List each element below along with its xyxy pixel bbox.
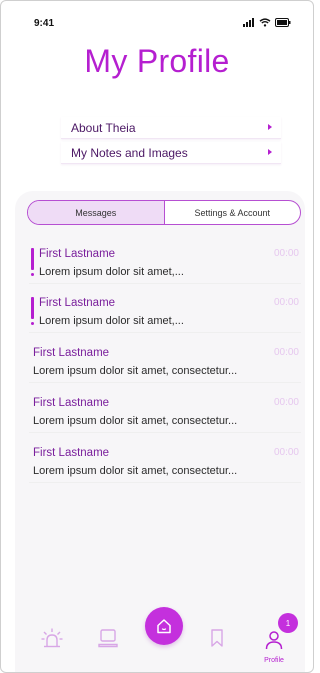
message-item[interactable]: First Lastname 00:00 Lorem ipsum dolor s… <box>29 293 301 333</box>
message-sender: First Lastname <box>33 447 110 459</box>
signal-icon <box>243 18 254 27</box>
message-preview: Lorem ipsum dolor sit amet, consectetur.… <box>33 365 238 377</box>
chevron-right-icon <box>268 149 272 155</box>
message-sender: First Lastname <box>39 297 116 309</box>
laptop-icon <box>98 629 118 648</box>
message-preview: Lorem ipsum dolor sit amet,... <box>39 266 184 278</box>
menu-item-label: About Theia <box>71 120 136 135</box>
message-preview: Lorem ipsum dolor sit amet,... <box>39 315 184 327</box>
status-bar: 9:41 <box>1 18 313 32</box>
tab-switcher: Messages Settings & Account <box>27 200 301 225</box>
tab-messages[interactable]: Messages <box>28 201 165 224</box>
message-preview: Lorem ipsum dolor sit amet, consectetur.… <box>33 465 238 477</box>
message-time: 00:00 <box>273 447 299 458</box>
message-item[interactable]: First Lastname 00:00 Lorem ipsum dolor s… <box>29 393 301 433</box>
nav-laptop[interactable] <box>98 629 118 653</box>
home-button[interactable] <box>145 607 183 645</box>
tab-settings-account[interactable]: Settings & Account <box>165 201 301 224</box>
message-preview: Lorem ipsum dolor sit amet, consectetur.… <box>33 415 238 427</box>
unread-dot <box>31 273 34 276</box>
wifi-icon <box>259 18 271 27</box>
message-time: 00:00 <box>273 397 299 408</box>
battery-icon <box>275 18 291 27</box>
message-time: 00:00 <box>273 248 299 259</box>
menu-item-about[interactable]: About Theia <box>61 117 281 139</box>
notification-badge: 1 <box>278 613 298 633</box>
bookmark-icon <box>211 629 223 647</box>
phone-screen: 9:41 My Profile About Theia My Notes and… <box>0 0 314 673</box>
nav-bookmark[interactable] <box>210 629 224 652</box>
unread-indicator <box>31 297 34 319</box>
nav-profile[interactable] <box>264 630 284 655</box>
message-item[interactable]: First Lastname 00:00 Lorem ipsum dolor s… <box>29 443 301 483</box>
nav-alerts[interactable] <box>41 628 63 653</box>
status-time: 9:41 <box>34 18 55 29</box>
message-sender: First Lastname <box>33 397 110 409</box>
unread-dot <box>31 322 34 325</box>
message-time: 00:00 <box>273 347 299 358</box>
page-title: My Profile <box>84 43 230 79</box>
menu-item-notes[interactable]: My Notes and Images <box>61 142 281 164</box>
status-icons <box>243 18 291 27</box>
profile-icon <box>265 631 283 650</box>
chevron-right-icon <box>268 124 272 130</box>
nav-profile-label: Profile <box>264 657 284 664</box>
message-sender: First Lastname <box>39 248 116 260</box>
message-item[interactable]: First Lastname 00:00 Lorem ipsum dolor s… <box>29 244 301 284</box>
message-sender: First Lastname <box>33 347 110 359</box>
message-item[interactable]: First Lastname 00:00 Lorem ipsum dolor s… <box>29 343 301 383</box>
message-time: 00:00 <box>273 297 299 308</box>
alert-light-icon <box>41 628 63 648</box>
unread-indicator <box>31 248 34 270</box>
home-icon <box>157 619 171 634</box>
menu-item-label: My Notes and Images <box>71 145 188 160</box>
